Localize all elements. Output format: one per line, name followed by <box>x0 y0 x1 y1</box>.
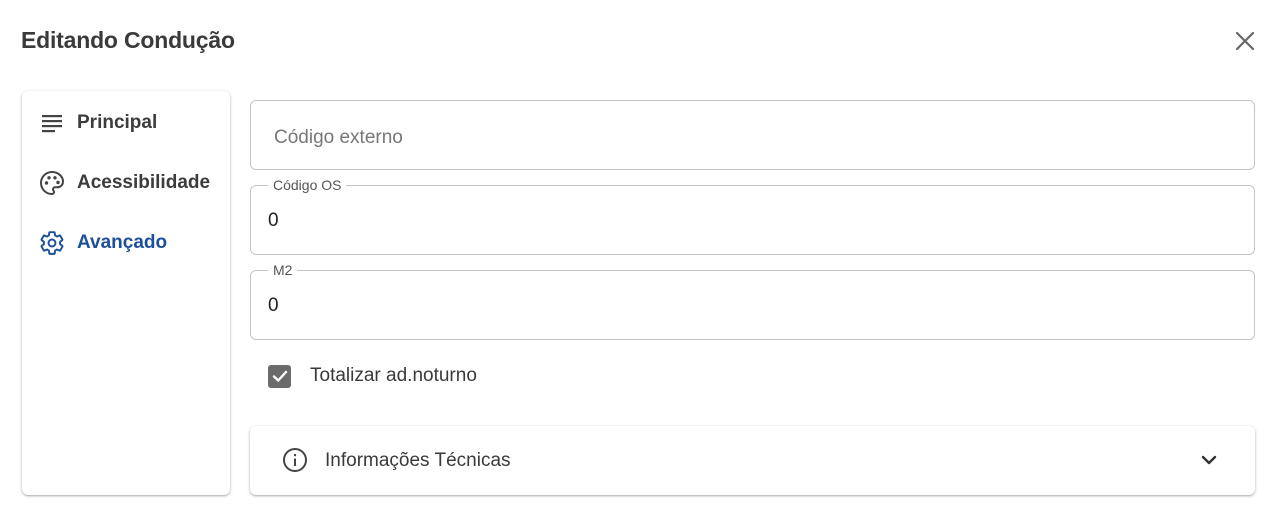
nav-item-acessibilidade[interactable]: Acessibilidade <box>22 159 230 207</box>
nav-item-principal[interactable]: Principal <box>22 99 230 147</box>
nav-item-avancado[interactable]: Avançado <box>22 219 230 267</box>
close-icon <box>1235 31 1255 51</box>
palette-icon <box>39 170 65 196</box>
codigo-externo-placeholder: Código externo <box>274 127 403 148</box>
nav-item-label: Acessibilidade <box>77 172 211 193</box>
totalizar-checkbox-row[interactable]: Totalizar ad.noturno <box>268 363 477 389</box>
totalizar-checkbox[interactable] <box>268 364 291 388</box>
section-nav: Principal Acessibilidade Avançado <box>22 91 230 495</box>
codigo-os-label: Código OS <box>268 177 347 193</box>
checkmark-icon <box>272 370 287 382</box>
codigo-externo-field[interactable]: Código externo <box>250 100 1255 170</box>
info-icon <box>283 448 307 472</box>
accordion-label: Informações Técnicas <box>325 450 511 471</box>
gear-icon <box>39 230 65 256</box>
m2-label: M2 <box>268 262 298 278</box>
dialog-title: Editando Condução <box>21 27 235 53</box>
chevron-down-icon <box>1201 455 1217 465</box>
m2-value: 0 <box>268 295 279 316</box>
codigo-os-value: 0 <box>268 210 279 231</box>
close-button[interactable] <box>1230 26 1260 56</box>
lines-icon <box>39 110 65 136</box>
informacoes-tecnicas-accordion[interactable]: Informações Técnicas <box>250 426 1255 495</box>
nav-item-label: Principal <box>77 112 158 133</box>
codigo-os-field[interactable]: Código OS 0 <box>250 177 1255 255</box>
m2-field[interactable]: M2 0 <box>250 262 1255 340</box>
totalizar-label: Totalizar ad.noturno <box>310 365 477 386</box>
nav-item-label: Avançado <box>77 232 168 253</box>
